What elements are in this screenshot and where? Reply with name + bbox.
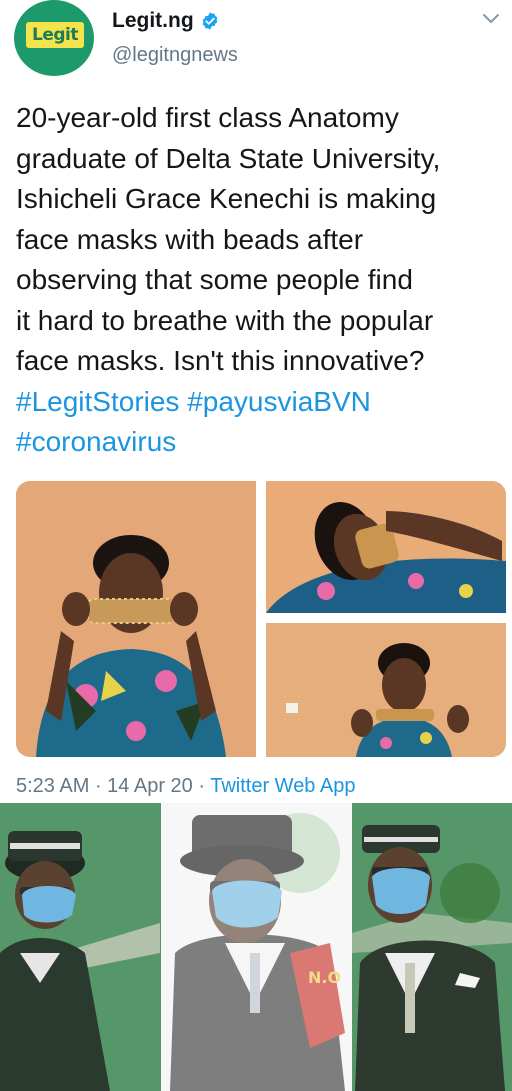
- media-photo[interactable]: [16, 481, 256, 757]
- woman-photo-illustration: [266, 481, 506, 613]
- avatar-logo-text: Legit: [32, 25, 79, 45]
- pallbearers-illustration: N.O: [0, 803, 512, 1091]
- hashtag-link[interactable]: #coronavirus: [16, 422, 502, 463]
- media-photo[interactable]: [266, 623, 506, 757]
- tweet-text-line: face masks. Isn't this innovative?: [16, 345, 425, 376]
- meta-separator: ·: [89, 775, 108, 797]
- tweet-text: 20-year-old first class Anatomy graduate…: [16, 98, 502, 463]
- media-photo[interactable]: [266, 481, 506, 613]
- tweet-text-line: Ishicheli Grace Kenechi is making: [16, 183, 437, 214]
- tweet-text-line: face masks with beads after: [16, 223, 364, 255]
- legit-logo: Legit: [26, 22, 84, 48]
- chevron-down-icon[interactable]: [480, 10, 502, 28]
- woman-photo-illustration: [266, 623, 506, 757]
- avatar[interactable]: Legit: [14, 0, 94, 76]
- tweet-text-line: 20-year-old first class Anatomy: [16, 102, 399, 133]
- woman-photo-illustration: [16, 481, 256, 757]
- display-name[interactable]: Legit.ng: [112, 9, 194, 33]
- media-grid: [16, 481, 506, 757]
- hashtag-links[interactable]: #LegitStories #payusviaBVN: [16, 382, 502, 423]
- meme-image: N.O: [0, 803, 512, 1091]
- tweet-header: Legit Legit.ng @legitngnews: [14, 0, 504, 80]
- tweet-meta: 5:23 AM · 14 Apr 20 · Twitter Web App: [16, 775, 355, 798]
- tweet-text-line: graduate of Delta State University,: [16, 142, 441, 174]
- meta-separator: ·: [192, 775, 211, 797]
- account-handle[interactable]: @legitngnews: [112, 44, 238, 67]
- tweet-text-line: observing that some people find: [16, 264, 413, 295]
- name-row: Legit.ng: [112, 6, 220, 36]
- tweet-date[interactable]: 14 Apr 20: [107, 775, 193, 797]
- tweet-text-line: it hard to breathe with the popular: [16, 304, 434, 336]
- verified-badge-icon: [202, 12, 217, 30]
- tweet-card: Legit Legit.ng @legitngnews 20-year-old …: [0, 0, 512, 800]
- tweet-source-app[interactable]: Twitter Web App: [210, 775, 355, 797]
- tweet-time[interactable]: 5:23 AM: [16, 775, 89, 797]
